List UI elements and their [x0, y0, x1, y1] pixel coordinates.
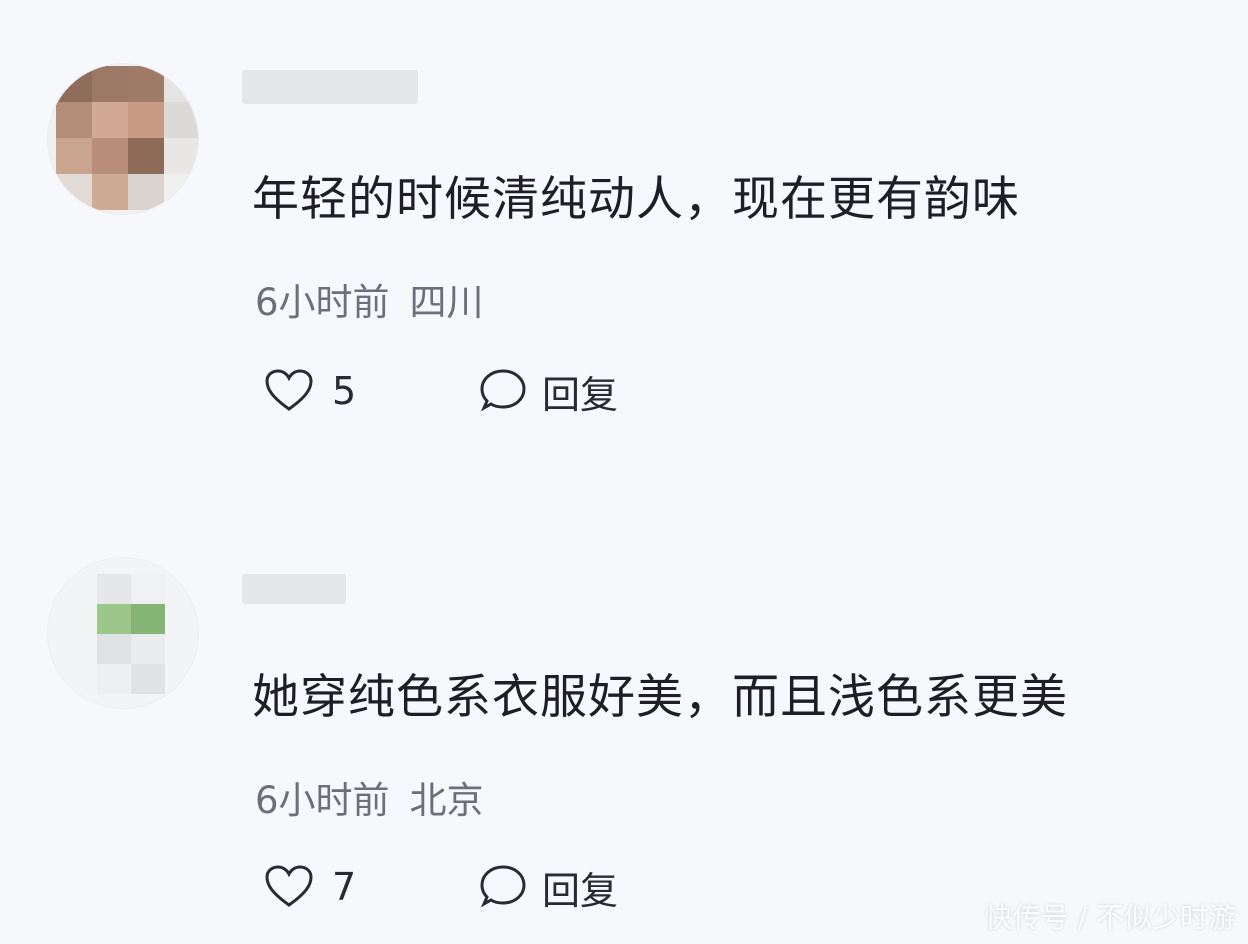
mosaic-cell [56, 102, 92, 138]
mosaic-cell [92, 66, 128, 102]
mosaic-cell [92, 102, 128, 138]
comment-location: 四川 [409, 281, 484, 324]
mosaic-cell [92, 138, 128, 174]
comment-text: 她穿纯色系衣服好美，而且浅色系更美 [252, 670, 1068, 725]
mosaic-cell [56, 174, 92, 210]
comment-actions: 7 回复 [262, 860, 618, 915]
mosaic-cell [164, 66, 198, 102]
mosaic-cell [164, 102, 198, 138]
reply-label: 回复 [542, 372, 619, 417]
mosaic-cell [97, 664, 131, 694]
mosaic-cell [56, 138, 92, 174]
comment-time: 6小时前 [255, 281, 390, 324]
mosaic-cell [128, 102, 164, 138]
mosaic-cell [56, 66, 92, 102]
reply-button[interactable]: 回复 [476, 860, 618, 915]
avatar-mosaic [97, 574, 165, 694]
reply-label: 回复 [542, 868, 619, 913]
comment-item: 她穿纯色系衣服好美，而且浅色系更美 6小时前 北京 7 回复 [0, 470, 1248, 944]
mosaic-cell [128, 138, 164, 174]
speech-bubble-icon [476, 366, 530, 416]
mosaic-cell [164, 138, 198, 174]
comment-meta: 6小时前 北京 [255, 770, 484, 824]
mosaic-cell [131, 664, 165, 694]
reply-button[interactable]: 回复 [476, 364, 618, 419]
mosaic-cell [128, 174, 164, 210]
like-count: 5 [332, 369, 357, 413]
mosaic-cell [128, 66, 164, 102]
heart-outline-icon[interactable] [262, 862, 316, 912]
comment-item: 年轻的时候清纯动人，现在更有韵味 6小时前 四川 5 回复 [0, 0, 1248, 470]
comment-text: 年轻的时候清纯动人，现在更有韵味 [252, 172, 1020, 227]
speech-bubble-icon [476, 862, 530, 912]
mosaic-cell [97, 574, 131, 604]
avatar-mosaic [56, 66, 198, 210]
mosaic-cell [164, 174, 198, 210]
avatar[interactable] [48, 64, 198, 214]
username-blurred[interactable] [242, 70, 418, 104]
comment-location: 北京 [409, 779, 484, 822]
mosaic-cell [131, 604, 165, 634]
mosaic-cell [131, 574, 165, 604]
mosaic-cell [97, 634, 131, 664]
username-blurred[interactable] [242, 574, 346, 604]
comment-meta: 6小时前 四川 [255, 272, 484, 326]
heart-outline-icon[interactable] [262, 366, 316, 416]
mosaic-cell [131, 634, 165, 664]
comment-time: 6小时前 [255, 779, 390, 822]
like-count: 7 [332, 865, 357, 909]
mosaic-cell [97, 604, 131, 634]
mosaic-cell [92, 174, 128, 210]
watermark: 快传号 / 不似少时游 [984, 901, 1236, 934]
comment-actions: 5 回复 [262, 364, 618, 419]
avatar[interactable] [48, 558, 198, 708]
